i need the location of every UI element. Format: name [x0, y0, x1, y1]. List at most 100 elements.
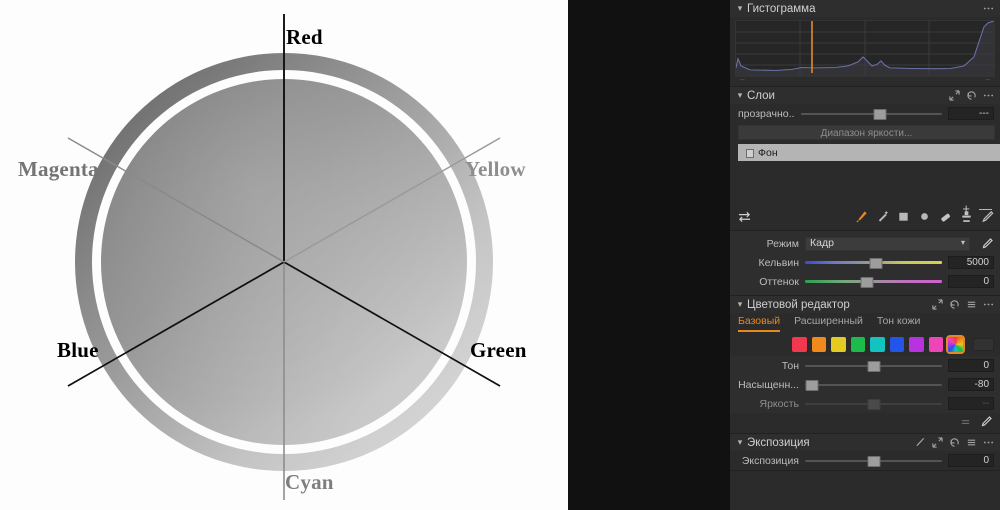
saturation-value[interactable]: -80 [948, 378, 994, 391]
exposure-header[interactable]: ▾ Экспозиция [730, 434, 1000, 451]
luminosity-range-button[interactable]: Диапазон яркости... [738, 125, 995, 140]
wb-tint-label: Оттенок [759, 275, 799, 288]
list-item[interactable]: Фон [738, 144, 1000, 161]
layer-opacity-row[interactable]: прозрачно... --- [730, 104, 1000, 123]
gradient-linear-icon[interactable] [897, 210, 910, 223]
color-editor-panel: ▾ Цветовой редактор Базовый Расширенный … [730, 296, 1000, 434]
chevron-down-icon[interactable]: ▾ [735, 4, 745, 13]
swatch-cyan[interactable] [870, 337, 885, 352]
wheel-label-cyan: Cyan [285, 470, 334, 494]
wb-tint-slider[interactable] [805, 275, 942, 289]
swatch-all[interactable] [946, 335, 965, 354]
lightness-label: Яркость [759, 397, 799, 410]
saturation-row[interactable]: Насыщенн... -80 [730, 375, 1000, 394]
gradient-radial-icon[interactable] [918, 210, 931, 223]
chevron-down-icon[interactable]: ▾ [961, 237, 965, 249]
reset-icon[interactable] [966, 90, 977, 101]
swatch-magenta[interactable] [928, 337, 944, 352]
brush-icon[interactable] [855, 210, 868, 223]
histogram-title: Гистограмма [747, 2, 816, 15]
histogram-curve [735, 20, 995, 76]
histogram-panel: ▾ Гистограмма -- -- [730, 0, 1000, 87]
expand-icon[interactable] [932, 437, 943, 448]
lightness-row[interactable]: Яркость -- [730, 394, 1000, 413]
wb-tint-row[interactable]: Оттенок 0 [730, 272, 1000, 291]
wb-tint-value[interactable]: 0 [948, 275, 994, 288]
eyedropper-icon[interactable] [980, 237, 994, 251]
color-wheel-svg [67, 14, 501, 500]
hue-label: Тон [781, 359, 799, 372]
hue-slider[interactable] [805, 359, 942, 373]
layer-opacity-slider[interactable] [801, 107, 942, 121]
layers-header[interactable]: ▾ Слои [730, 87, 1000, 104]
layers-body: прозрачно... --- Диапазон яркости... Фон [730, 104, 1000, 202]
panel-bottom-fill [730, 504, 1000, 510]
exposure-panel: ▾ Экспозиция Экспозиция 0 [730, 434, 1000, 471]
ellipsis-icon[interactable] [983, 90, 994, 101]
wand-icon[interactable] [876, 210, 889, 223]
layer-toolbar: + — [730, 202, 1000, 230]
exposure-value[interactable]: 0 [948, 454, 994, 467]
reset-icon[interactable] [960, 417, 971, 428]
pen-icon[interactable] [915, 437, 926, 448]
eraser-icon[interactable] [939, 210, 952, 223]
list-icon[interactable] [966, 299, 977, 310]
list-icon[interactable] [966, 437, 977, 448]
layer-add-remove: + — [962, 202, 992, 215]
color-editor-footer [730, 413, 1000, 433]
color-wheel-figure: Red Yellow Green Cyan Blue Magenta [0, 0, 568, 510]
hue-value[interactable]: 0 [948, 359, 994, 372]
tab-basic[interactable]: Базовый [738, 315, 781, 332]
hue-row[interactable]: Тон 0 [730, 356, 1000, 375]
swatch-blue[interactable] [889, 337, 905, 352]
saturation-slider[interactable] [805, 378, 942, 392]
wb-kelvin-value[interactable]: 5000 [948, 256, 994, 269]
tab-advanced[interactable]: Расширенный [794, 315, 863, 332]
lightness-value[interactable]: -- [948, 397, 994, 410]
color-editor-title: Цветовой редактор [747, 298, 850, 311]
wb-kelvin-label: Кельвин [758, 256, 799, 269]
lightness-slider[interactable] [805, 397, 942, 411]
wb-mode-value[interactable]: Кадр [810, 237, 834, 250]
swatch-green[interactable] [850, 337, 866, 352]
tab-skintone[interactable]: Тон кожи [877, 315, 920, 332]
swatch-value-box[interactable] [972, 338, 994, 351]
expand-icon[interactable] [949, 90, 960, 101]
ellipsis-icon[interactable] [983, 299, 994, 310]
wb-mode-row[interactable]: Режим Кадр ▾ [730, 234, 1000, 253]
image-canvas[interactable]: Red Yellow Green Cyan Blue Magenta [0, 0, 568, 510]
reset-icon[interactable] [949, 437, 960, 448]
reset-icon[interactable] [949, 299, 960, 310]
swap-arrows-icon[interactable] [738, 210, 751, 223]
exposure-title: Экспозиция [747, 436, 810, 449]
eyedropper-icon[interactable] [979, 415, 993, 429]
swatch-orange[interactable] [811, 337, 827, 352]
exposure-row[interactable]: Экспозиция 0 [730, 451, 1000, 470]
wheel-label-yellow: Yellow [465, 157, 526, 181]
wheel-label-magenta: Magenta [18, 157, 99, 181]
exposure-slider[interactable] [805, 454, 942, 468]
ellipsis-icon[interactable] [983, 3, 994, 14]
ellipsis-icon[interactable] [983, 437, 994, 448]
exposure-label: Экспозиция [741, 454, 799, 467]
wb-kelvin-row[interactable]: Кельвин 5000 [730, 253, 1000, 272]
chevron-down-icon[interactable]: ▾ [735, 300, 745, 309]
swatch-yellow[interactable] [831, 337, 846, 352]
swatch-red[interactable] [792, 337, 807, 352]
remove-layer-button[interactable]: — [979, 202, 992, 215]
expand-icon[interactable] [932, 299, 943, 310]
layer-opacity-value[interactable]: --- [948, 107, 994, 120]
chevron-down-icon[interactable]: ▾ [735, 91, 745, 100]
swatch-purple[interactable] [909, 337, 924, 352]
histogram-plot[interactable] [735, 20, 995, 77]
app-window: Red Yellow Green Cyan Blue Magenta ▾ Гис… [0, 0, 1000, 510]
color-editor-header[interactable]: ▾ Цветовой редактор [730, 296, 1000, 313]
chevron-down-icon[interactable]: ▾ [735, 438, 745, 447]
histogram-body: -- -- [730, 17, 1000, 86]
histogram-header[interactable]: ▾ Гистограмма [730, 0, 1000, 17]
color-swatches [730, 332, 1000, 356]
add-layer-button[interactable]: + [962, 202, 970, 215]
wheel-label-blue: Blue [57, 338, 99, 362]
wb-kelvin-slider[interactable] [805, 256, 942, 270]
wheel-label-red: Red [286, 25, 323, 49]
